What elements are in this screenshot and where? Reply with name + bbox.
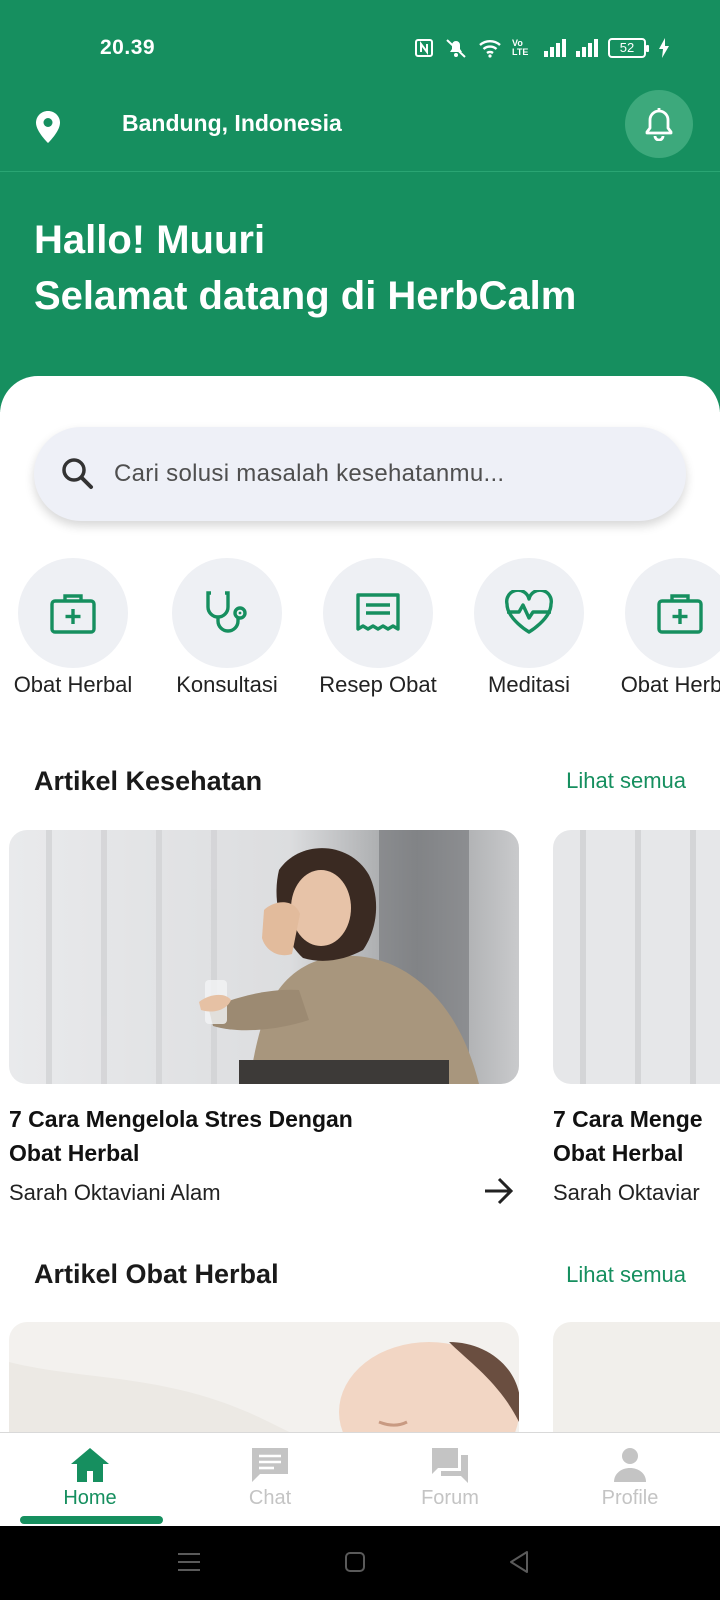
section-title-herbal: Artikel Obat Herbal bbox=[34, 1259, 279, 1289]
article-image[interactable] bbox=[9, 830, 519, 1084]
see-all-herbal-link[interactable]: Lihat semua bbox=[566, 1262, 686, 1288]
article-title[interactable]: 7 Cara Mengelola Stres Dengan Obat Herba… bbox=[9, 1102, 479, 1170]
nav-label: Forum bbox=[421, 1487, 479, 1509]
nav-label: Chat bbox=[248, 1487, 292, 1509]
wifi-icon bbox=[479, 40, 501, 58]
battery-icon: 52 bbox=[608, 38, 649, 58]
mute-icon bbox=[446, 39, 466, 58]
nav-label: Home bbox=[63, 1487, 117, 1509]
article-photo-partial bbox=[553, 830, 720, 1084]
map-pin-icon bbox=[36, 111, 60, 143]
nav-forum[interactable]: Forum bbox=[360, 1433, 540, 1527]
medical-kit-icon bbox=[657, 594, 703, 634]
category-icon-circle bbox=[18, 558, 128, 668]
chat-icon bbox=[252, 1448, 288, 1482]
nav-profile[interactable]: Profile bbox=[540, 1433, 720, 1527]
article-photo-woman-stressed bbox=[9, 830, 519, 1084]
app-screen: 20.39 Vo LTE 52 Bandung, Indonesia Hallo… bbox=[0, 0, 720, 1600]
greeting-text: Hallo! Muuri Selamat datang di HerbCalm bbox=[34, 212, 576, 324]
profile-icon bbox=[614, 1448, 646, 1482]
search-icon bbox=[62, 458, 93, 489]
arrow-right-icon[interactable] bbox=[482, 1176, 516, 1206]
category-label: Meditasi bbox=[488, 672, 570, 697]
category-icon-circle bbox=[172, 558, 282, 668]
status-bar: 20.39 Vo LTE 52 bbox=[0, 0, 720, 90]
home-button-icon[interactable] bbox=[344, 1551, 366, 1573]
article-image[interactable] bbox=[553, 830, 720, 1084]
category-obat-herbal-2[interactable]: Obat Herbal bbox=[605, 558, 720, 708]
search-bar[interactable] bbox=[34, 427, 686, 521]
active-tab-indicator bbox=[20, 1516, 163, 1524]
system-nav-bar bbox=[0, 1526, 720, 1600]
bell-icon bbox=[645, 108, 673, 141]
location-label[interactable]: Bandung, Indonesia bbox=[122, 110, 342, 137]
article-title-line-2: Obat Herbal bbox=[9, 1140, 140, 1166]
bottom-navigation: Home Chat Forum Profile bbox=[0, 1432, 720, 1526]
nav-home[interactable]: Home bbox=[0, 1433, 180, 1527]
charging-icon bbox=[659, 38, 669, 58]
search-input[interactable] bbox=[114, 460, 654, 488]
see-all-kesehatan-link[interactable]: Lihat semua bbox=[566, 768, 686, 794]
article-author: Sarah Oktaviar bbox=[553, 1180, 700, 1205]
app-header: Bandung, Indonesia bbox=[0, 90, 720, 172]
volte-label: Vo LTE bbox=[512, 38, 529, 57]
article-title-line-1: 7 Cara Mengelola Stres Dengan bbox=[9, 1106, 353, 1132]
status-time: 20.39 bbox=[100, 36, 156, 59]
category-label: Obat Herbal bbox=[13, 672, 133, 697]
back-icon[interactable] bbox=[508, 1550, 530, 1574]
category-label: Konsultasi bbox=[176, 672, 278, 697]
category-meditasi[interactable]: Meditasi bbox=[454, 558, 604, 708]
signal-icon bbox=[544, 39, 566, 57]
category-obat-herbal[interactable]: Obat Herbal bbox=[0, 558, 148, 708]
category-label: Obat Herbal bbox=[620, 672, 720, 697]
nav-chat[interactable]: Chat bbox=[180, 1433, 360, 1527]
status-icons: Vo LTE 52 bbox=[414, 36, 670, 60]
category-label: Resep Obat bbox=[319, 672, 437, 697]
category-row: Obat Herbal Konsultasi Resep Obat Medita… bbox=[0, 558, 720, 708]
stethoscope-icon bbox=[206, 591, 247, 633]
section-title-kesehatan: Artikel Kesehatan bbox=[34, 766, 263, 796]
category-icon-circle bbox=[323, 558, 433, 668]
signal-icon-2 bbox=[576, 39, 598, 57]
category-icon-circle bbox=[625, 558, 720, 668]
article-title-line-1: 7 Cara Menge bbox=[553, 1106, 703, 1132]
nav-label: Profile bbox=[601, 1487, 659, 1509]
article-author: Sarah Oktaviani Alam bbox=[9, 1180, 221, 1205]
receipt-icon bbox=[356, 593, 400, 631]
article-title-line-2: Obat Herbal bbox=[553, 1140, 684, 1166]
notification-button[interactable] bbox=[625, 90, 693, 158]
greeting-line-2: Selamat datang di HerbCalm bbox=[34, 274, 577, 318]
category-icon-circle bbox=[474, 558, 584, 668]
nfc-icon bbox=[415, 39, 433, 57]
menu-icon[interactable] bbox=[177, 1551, 201, 1573]
forum-icon bbox=[432, 1448, 468, 1483]
medical-kit-icon bbox=[50, 594, 96, 634]
heart-pulse-icon bbox=[505, 590, 553, 634]
article-title[interactable]: 7 Cara Menge Obat Herbal bbox=[553, 1102, 720, 1170]
home-icon bbox=[71, 1448, 109, 1482]
category-konsultasi[interactable]: Konsultasi bbox=[152, 558, 302, 708]
category-resep-obat[interactable]: Resep Obat bbox=[303, 558, 453, 708]
greeting-line-1: Hallo! Muuri bbox=[34, 218, 266, 262]
